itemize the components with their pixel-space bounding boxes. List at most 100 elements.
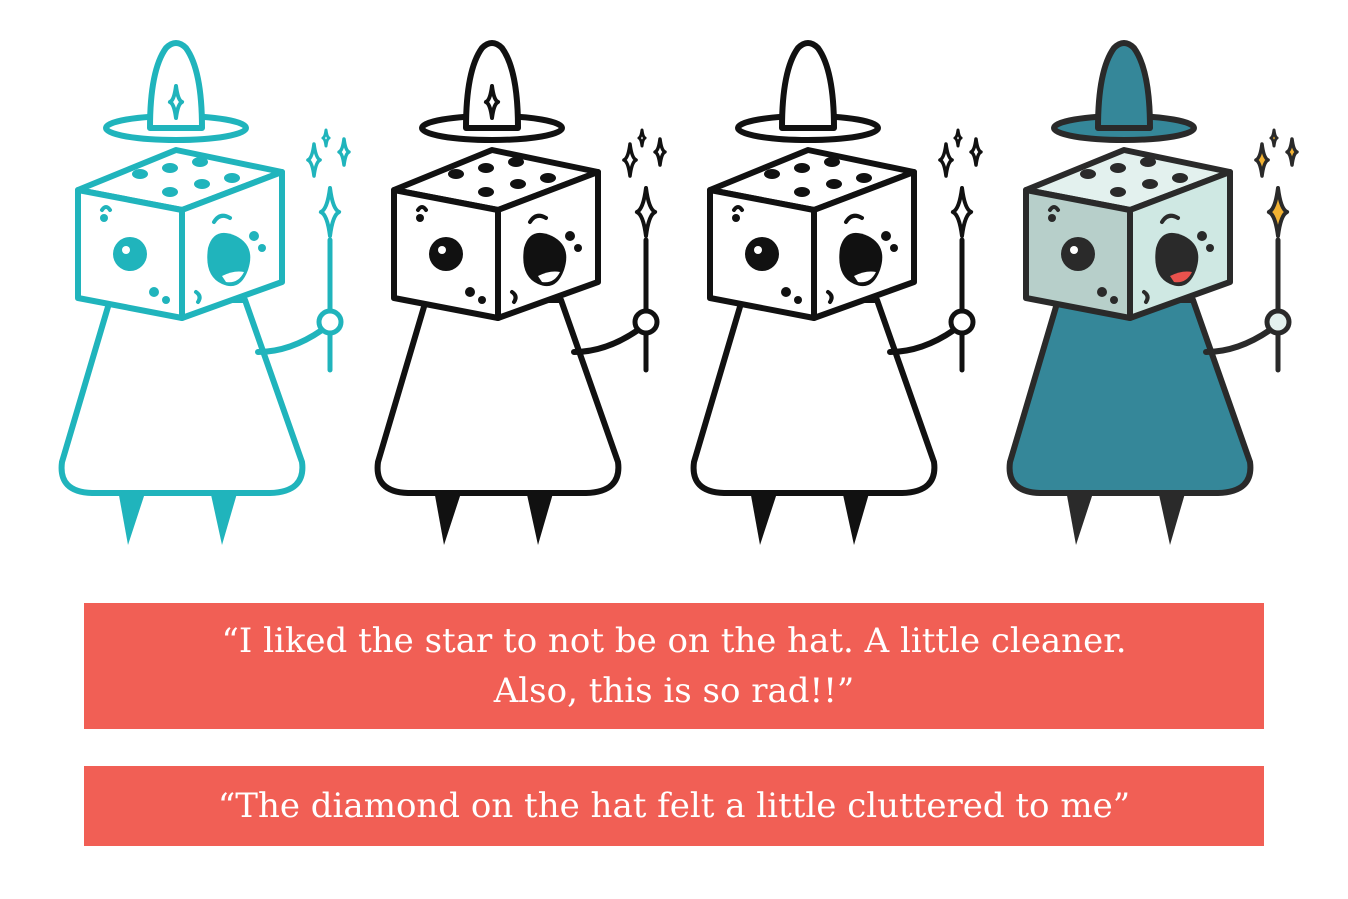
die-pip xyxy=(510,179,526,189)
die-pip xyxy=(881,231,891,241)
arm xyxy=(887,327,957,355)
die-pip xyxy=(1140,157,1156,167)
eye-left xyxy=(429,237,463,271)
die-pip xyxy=(1172,173,1188,183)
sparkle-icon xyxy=(1254,142,1270,178)
hand xyxy=(632,308,660,336)
wizard-figure-lineart-plain xyxy=(690,40,983,545)
die-pip xyxy=(100,214,108,222)
die-pip xyxy=(162,187,178,197)
die-pip xyxy=(565,231,575,241)
die-pip xyxy=(249,231,259,241)
sparkle-icon xyxy=(622,142,638,178)
arm xyxy=(1203,327,1273,355)
die-pip xyxy=(856,173,872,183)
die-pip xyxy=(826,179,842,189)
robe xyxy=(1006,297,1254,496)
die-pip xyxy=(465,287,475,297)
wand-star-icon xyxy=(950,186,974,238)
wand-star-icon xyxy=(318,186,342,238)
wizard-figure-lineart-gem xyxy=(374,40,667,545)
robe xyxy=(58,297,306,496)
die-pip xyxy=(162,296,170,304)
die-pip xyxy=(478,296,486,304)
quote-2-line-1: “The diamond on the hat felt a little cl… xyxy=(217,786,1131,826)
left-leg xyxy=(750,490,778,545)
sparkle-icon xyxy=(337,137,351,167)
eye-left xyxy=(1061,237,1095,271)
hand xyxy=(948,308,976,336)
die-pip xyxy=(1197,231,1207,241)
right-leg xyxy=(210,490,238,545)
die-pip xyxy=(224,173,240,183)
sparkle-icon xyxy=(938,142,954,178)
sparkle-icon xyxy=(969,137,983,167)
die-pip xyxy=(478,163,494,173)
quote-1-line-2: Also, this is so rad!!” xyxy=(493,671,855,711)
die-pip xyxy=(1048,214,1056,222)
robe xyxy=(690,297,938,496)
quote-box-1: “I liked the star to not be on the hat. … xyxy=(84,603,1264,729)
die-pip xyxy=(132,169,148,179)
die-pip xyxy=(1080,169,1096,179)
die-pip xyxy=(478,187,494,197)
eye-highlight xyxy=(122,246,130,254)
die-pip xyxy=(1110,163,1126,173)
hat-cone xyxy=(779,40,837,131)
die-pip xyxy=(149,287,159,297)
sparkle-icon xyxy=(637,128,647,148)
sparkle-icon xyxy=(1269,128,1279,148)
die-pip xyxy=(416,214,424,222)
hat-cone xyxy=(1095,40,1153,131)
eye-highlight xyxy=(438,246,446,254)
die-pip xyxy=(508,157,524,167)
die-pip xyxy=(890,244,898,252)
die-pip xyxy=(794,296,802,304)
die-pip xyxy=(794,163,810,173)
wand-star-icon xyxy=(634,186,658,238)
robe xyxy=(374,297,622,496)
die-pip xyxy=(162,163,178,173)
die-pip xyxy=(794,187,810,197)
eye-left xyxy=(113,237,147,271)
die-pip xyxy=(764,169,780,179)
sparkle-icon xyxy=(306,142,322,178)
die-pip xyxy=(1110,296,1118,304)
quote-1-line-1: “I liked the star to not be on the hat. … xyxy=(221,621,1127,661)
wizard-illustrations xyxy=(58,40,1299,545)
eye-highlight xyxy=(1070,246,1078,254)
hand xyxy=(1264,308,1292,336)
quote-box-2: “The diamond on the hat felt a little cl… xyxy=(84,766,1264,846)
die-pip xyxy=(448,169,464,179)
sparkle-icon xyxy=(1285,137,1299,167)
arm xyxy=(255,327,325,355)
die-pip xyxy=(1097,287,1107,297)
eye-highlight xyxy=(754,246,762,254)
die-pip xyxy=(781,287,791,297)
die-pip xyxy=(1206,244,1214,252)
die-pip xyxy=(194,179,210,189)
left-leg xyxy=(118,490,146,545)
right-leg xyxy=(842,490,870,545)
sparkle-icon xyxy=(653,137,667,167)
die-pip xyxy=(1142,179,1158,189)
sparkle-icon xyxy=(321,128,331,148)
right-leg xyxy=(1158,490,1186,545)
die-pip xyxy=(824,157,840,167)
die-pip xyxy=(540,173,556,183)
arm xyxy=(571,327,641,355)
hand xyxy=(316,308,344,336)
eye-left xyxy=(745,237,779,271)
wizard-figure-sketch xyxy=(58,40,351,545)
left-leg xyxy=(434,490,462,545)
die-pip xyxy=(574,244,582,252)
die-pip xyxy=(192,157,208,167)
die-pip xyxy=(258,244,266,252)
wand-star-icon xyxy=(1266,186,1290,238)
die-pip xyxy=(732,214,740,222)
die-pip xyxy=(1110,187,1126,197)
right-leg xyxy=(526,490,554,545)
left-leg xyxy=(1066,490,1094,545)
sparkle-icon xyxy=(953,128,963,148)
wizard-figure-colored xyxy=(1006,40,1299,545)
